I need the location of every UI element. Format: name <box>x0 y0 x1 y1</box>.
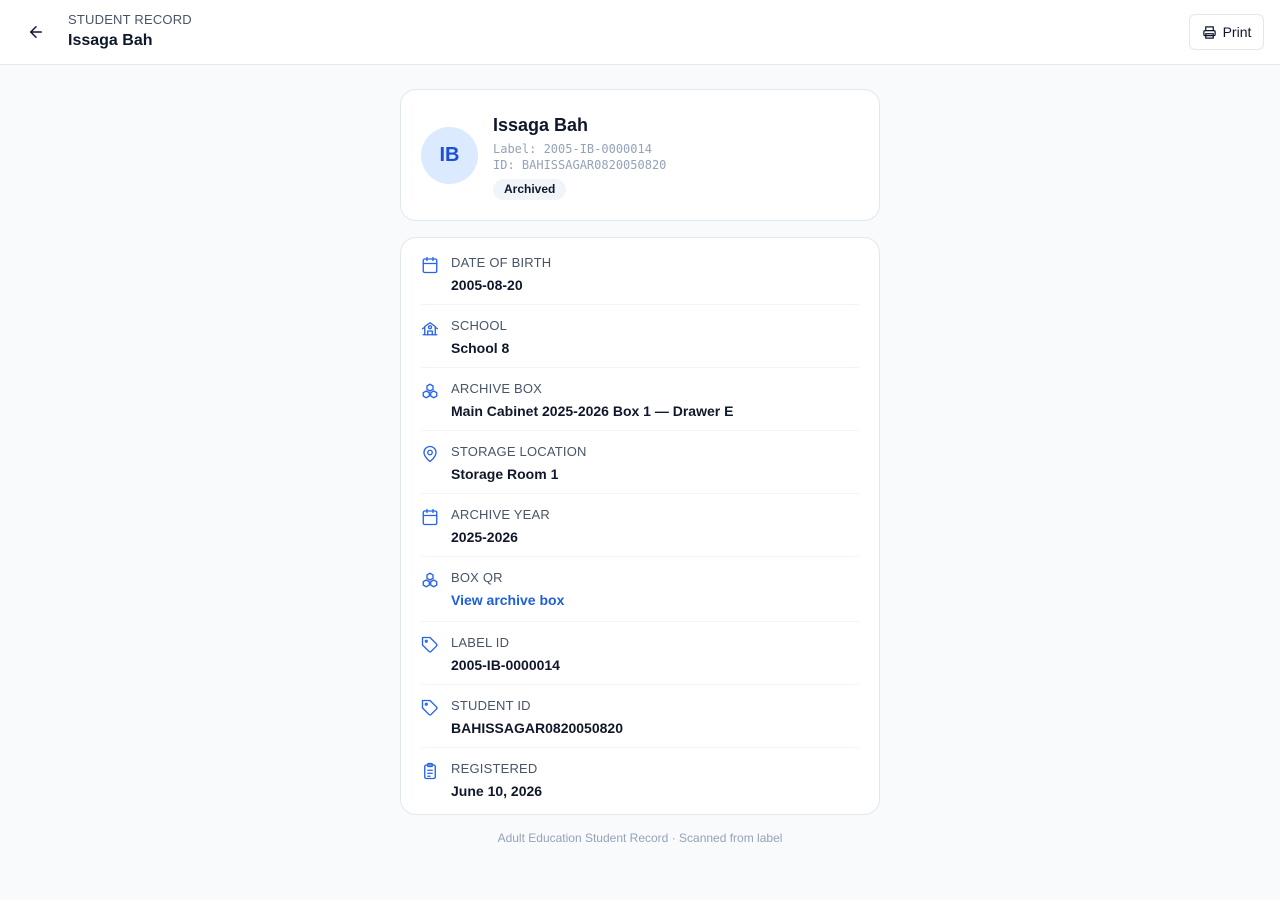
id-line: ID: BAHISSAGAR0820050820 <box>493 158 667 172</box>
detail-label: LABEL ID <box>451 635 510 650</box>
detail-label: REGISTERED <box>451 761 538 776</box>
header-text: STUDENT RECORD Issaga Bah <box>68 12 192 51</box>
header-kicker: STUDENT RECORD <box>68 12 192 27</box>
calendar-icon <box>422 508 438 526</box>
details-card: DATE OF BIRTH 2005-08-20 SCHOOL School 8… <box>400 237 880 815</box>
detail-label: BOX QR <box>451 570 503 585</box>
page-title: Issaga Bah <box>68 32 153 49</box>
detail-value: BAHISSAGAR0820050820 <box>451 720 623 736</box>
detail-value: School 8 <box>451 340 510 356</box>
detail-label: DATE OF BIRTH <box>451 255 552 270</box>
printer-icon <box>1202 25 1216 39</box>
status-badge: Archived <box>493 179 567 200</box>
back-button[interactable] <box>18 14 54 50</box>
detail-value: 2005-08-20 <box>451 277 523 293</box>
footer-note: Adult Education Student Record · Scanned… <box>497 831 783 845</box>
detail-row-archive-year: ARCHIVE YEAR 2025-2026 <box>421 494 859 557</box>
map-pin-icon <box>423 445 437 463</box>
detail-label: STORAGE LOCATION <box>451 444 587 459</box>
detail-label: ARCHIVE BOX <box>451 381 543 396</box>
detail-row-label-id: LABEL ID 2005-IB-0000014 <box>421 622 859 685</box>
detail-row-student-id: STUDENT ID BAHISSAGAR0820050820 <box>421 685 859 748</box>
tag-icon <box>421 699 438 716</box>
detail-value: Main Cabinet 2025-2026 Box 1 — Drawer E <box>451 403 734 419</box>
calendar-icon <box>422 256 438 274</box>
detail-label: STUDENT ID <box>451 698 531 713</box>
arrow-left-icon <box>30 26 42 38</box>
detail-value: 2025-2026 <box>451 529 518 545</box>
print-button-label: Print <box>1222 24 1252 40</box>
detail-row-registered: REGISTERED June 10, 2026 <box>421 748 859 814</box>
detail-value: Storage Room 1 <box>451 466 559 482</box>
tag-icon <box>421 636 438 653</box>
top-bar: STUDENT RECORD Issaga Bah Print <box>0 0 1280 65</box>
boxes-icon <box>422 383 438 399</box>
profile-info: Issaga Bah Label: 2005-IB-0000014 ID: BA… <box>493 114 666 200</box>
detail-label: ARCHIVE YEAR <box>451 507 550 522</box>
detail-label: SCHOOL <box>451 318 508 333</box>
school-icon <box>421 322 439 336</box>
clipboard-icon <box>424 762 436 780</box>
detail-row-storage-location: STORAGE LOCATION Storage Room 1 <box>421 431 859 494</box>
label-line: Label: 2005-IB-0000014 <box>493 142 652 156</box>
detail-value: 2005-IB-0000014 <box>451 657 560 673</box>
detail-row-archive-box: ARCHIVE BOX Main Cabinet 2025-2026 Box 1… <box>421 368 859 431</box>
view-archive-box-link[interactable]: View archive box <box>451 591 859 609</box>
boxes-icon <box>422 572 438 588</box>
detail-row-box-qr: BOX QR View archive box <box>421 557 859 622</box>
student-name: Issaga Bah <box>493 115 589 135</box>
print-button[interactable]: Print <box>1189 14 1264 50</box>
profile-card: IB Issaga Bah Label: 2005-IB-0000014 ID:… <box>400 89 880 221</box>
detail-value: June 10, 2026 <box>451 783 543 799</box>
avatar: IB <box>421 127 478 184</box>
detail-row-date-of-birth: DATE OF BIRTH 2005-08-20 <box>421 238 859 305</box>
detail-row-school: SCHOOL School 8 <box>421 305 859 368</box>
